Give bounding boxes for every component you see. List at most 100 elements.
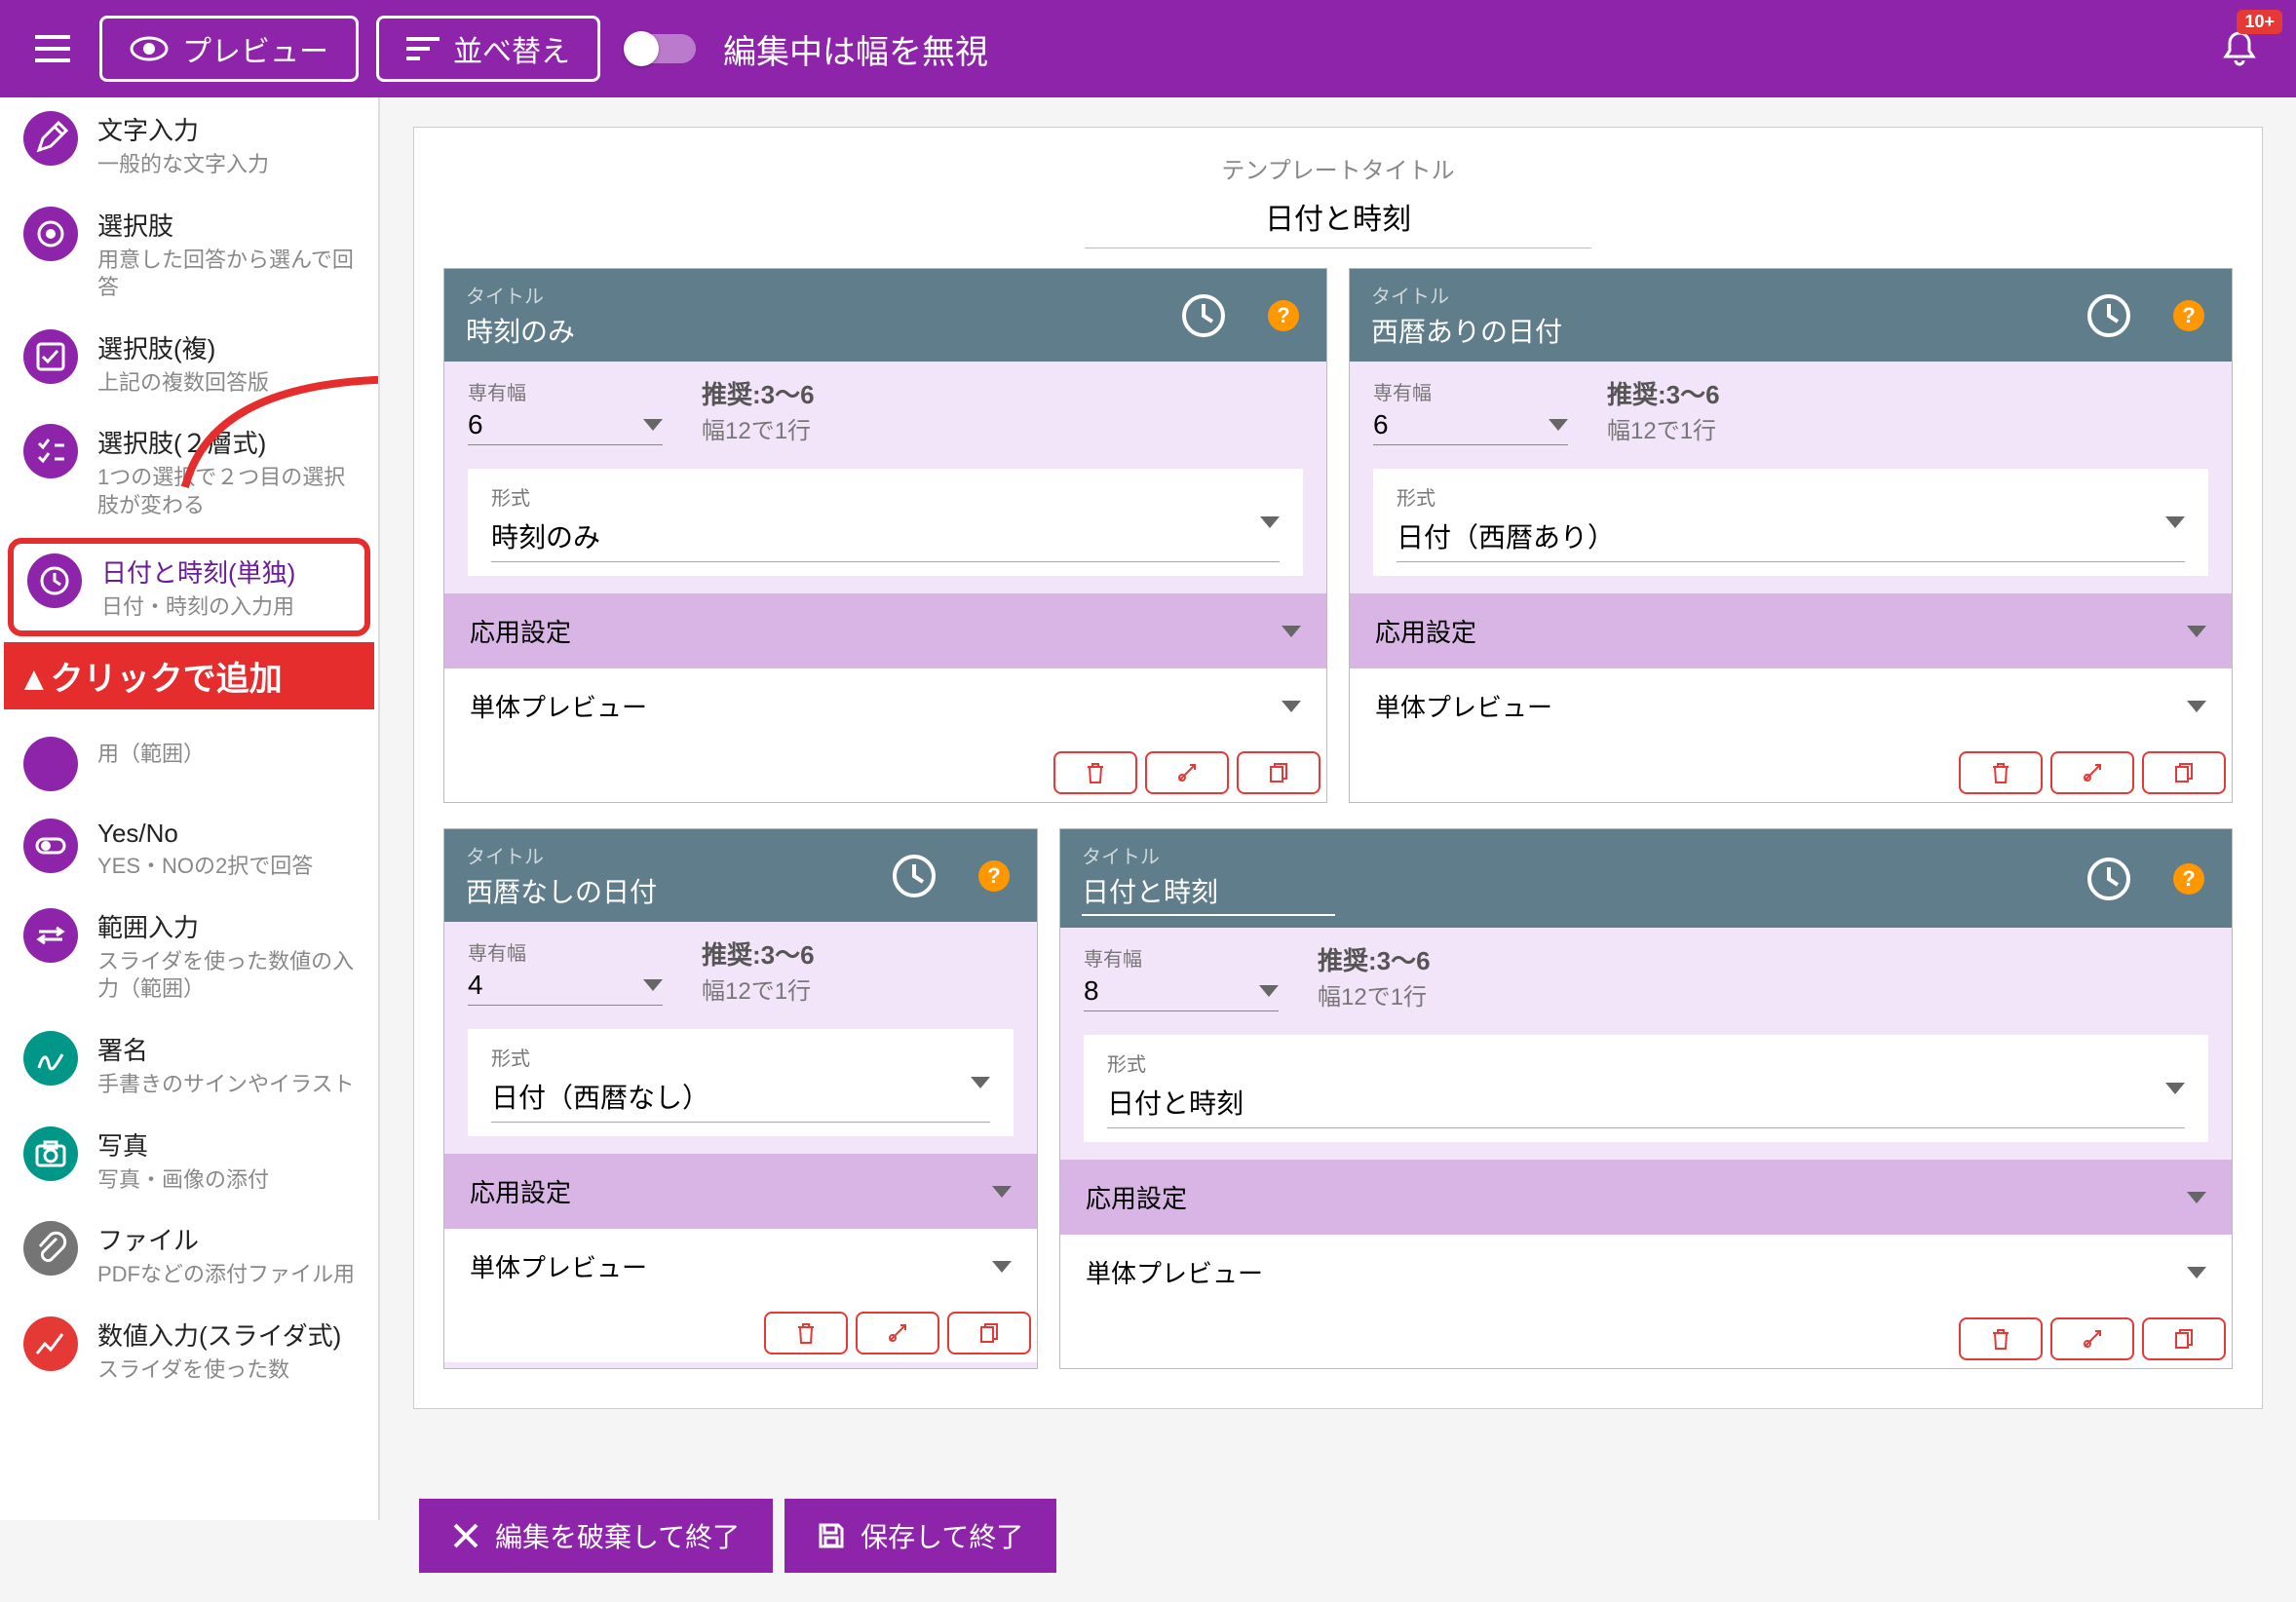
menu-button[interactable] [23, 19, 82, 78]
sidebar-item-desc: 用（範囲） [97, 741, 205, 769]
help-icon[interactable]: ? [2173, 300, 2204, 331]
format-select[interactable]: 時刻のみ [491, 511, 1280, 562]
sidebar-item-3[interactable]: 選択肢(２層式)1つの選択で２つ目の選択肢が変わる [0, 410, 378, 533]
copy-button[interactable] [2142, 1317, 2226, 1360]
sidebar-item-title: 日付と時刻(単独) [101, 553, 295, 590]
sort-label: 並べ替え [453, 27, 570, 70]
eye-icon [130, 36, 169, 61]
sidebar-item-5[interactable]: 用（範囲） [0, 723, 378, 805]
preview-accordion[interactable]: 単体プレビュー [1350, 668, 2232, 744]
delete-button[interactable] [1959, 751, 2043, 794]
sidebar-item-9[interactable]: 写真写真・画像の添付 [0, 1113, 378, 1208]
sidebar-item-desc: 日付・時刻の入力用 [101, 593, 295, 622]
camera-icon [23, 1126, 78, 1181]
width-sub: 幅12で1行 [1318, 977, 1431, 1011]
format-label: 形式 [491, 1043, 990, 1071]
copy-button[interactable] [947, 1312, 1031, 1354]
width-recommend: 推奨:3〜6 [1318, 941, 1431, 977]
help-icon[interactable]: ? [1268, 300, 1299, 331]
sidebar-item-desc: スライダを使った数 [97, 1356, 341, 1385]
field-card-3[interactable]: タイトル 日付と時刻 ? 専有幅 8 推奨:3〜6幅12で1行 形式 日付と時刻… [1059, 828, 2233, 1369]
bell-icon [2222, 29, 2257, 68]
preview-accordion[interactable]: 単体プレビュー [1060, 1235, 2232, 1310]
sort-button[interactable]: 並べ替え [376, 16, 600, 82]
format-label: 形式 [1107, 1049, 2185, 1077]
copy-button[interactable] [1237, 751, 1320, 794]
format-label: 形式 [1397, 482, 2185, 511]
width-sub: 幅12で1行 [702, 411, 815, 445]
template-title-label: テンプレートタイトル [443, 151, 2233, 185]
field-card-1[interactable]: タイトル 西暦ありの日付 ? 専有幅 6 推奨:3〜6幅12で1行 形式 日付（… [1349, 268, 2233, 803]
sidebar: 文字入力一般的な文字入力 選択肢用意した回答から選んで回答 選択肢(複)上記の複… [0, 97, 380, 1520]
discard-button[interactable]: 編集を破棄して終了 [419, 1499, 773, 1573]
notifications-button[interactable]: 10+ [2210, 19, 2269, 78]
sidebar-item-10[interactable]: ファイルPDFなどの添付ファイル用 [0, 1207, 378, 1303]
sidebar-item-6[interactable]: Yes/NoYES・NOの2択で回答 [0, 805, 378, 895]
width-sub: 幅12で1行 [1607, 411, 1720, 445]
card-title-value[interactable]: 西暦なしの日付 [466, 871, 657, 910]
sidebar-item-desc: 写真・画像の添付 [97, 1166, 269, 1195]
settings-button[interactable] [2050, 751, 2134, 794]
width-select[interactable]: 4 [468, 966, 663, 1006]
preview-label: プレビュー [182, 27, 328, 70]
sidebar-item-7[interactable]: 範囲入力スライダを使った数値の入力（範囲） [0, 895, 378, 1017]
card-title-value[interactable]: 西暦ありの日付 [1371, 311, 1562, 350]
settings-button[interactable] [1145, 751, 1229, 794]
sidebar-item-desc: 用意した回答から選んで回答 [97, 247, 364, 302]
format-select[interactable]: 日付（西暦なし） [491, 1071, 990, 1123]
main-canvas: テンプレートタイトル 日付と時刻 タイトル 時刻のみ ? 専有幅 6 推奨:3〜… [380, 97, 2296, 1520]
chart-icon [23, 1316, 78, 1371]
help-icon[interactable]: ? [978, 860, 1010, 892]
format-select[interactable]: 日付（西暦あり） [1397, 511, 2185, 562]
settings-button[interactable] [2050, 1317, 2134, 1360]
advanced-accordion[interactable]: 応用設定 [1350, 593, 2232, 668]
sidebar-item-2[interactable]: 選択肢(複)上記の複数回答版 [0, 316, 378, 411]
width-label: 専有幅 [468, 937, 663, 966]
card-title-label: タイトル [466, 281, 575, 309]
field-card-0[interactable]: タイトル 時刻のみ ? 専有幅 6 推奨:3〜6幅12で1行 形式 時刻のみ 応… [443, 268, 1327, 803]
delete-button[interactable] [764, 1312, 848, 1354]
width-label: 専有幅 [1084, 943, 1279, 972]
template-title[interactable]: 日付と時刻 [1085, 195, 1591, 248]
card-title-value[interactable]: 日付と時刻 [1082, 871, 1335, 916]
preview-button[interactable]: プレビュー [99, 16, 359, 82]
click-to-add-banner: ▲クリックで追加 [4, 642, 374, 709]
field-card-2[interactable]: タイトル 西暦なしの日付 ? 専有幅 4 推奨:3〜6幅12で1行 形式 日付（… [443, 828, 1038, 1369]
card-title-value[interactable]: 時刻のみ [466, 311, 575, 350]
sign-icon [23, 1031, 78, 1086]
width-select[interactable]: 6 [1373, 405, 1568, 445]
save-label: 保存して終了 [861, 1516, 1023, 1555]
delete-button[interactable] [1053, 751, 1137, 794]
ignore-width-toggle[interactable] [628, 34, 696, 63]
preview-accordion[interactable]: 単体プレビュー [444, 1229, 1037, 1304]
advanced-accordion[interactable]: 応用設定 [444, 593, 1326, 668]
check-icon [23, 329, 78, 384]
clock-icon [889, 851, 939, 901]
save-icon [818, 1522, 845, 1549]
save-button[interactable]: 保存して終了 [784, 1499, 1056, 1573]
advanced-accordion[interactable]: 応用設定 [444, 1154, 1037, 1229]
sidebar-item-desc: PDFなどの添付ファイル用 [97, 1261, 355, 1289]
format-select[interactable]: 日付と時刻 [1107, 1077, 2185, 1128]
sidebar-item-0[interactable]: 文字入力一般的な文字入力 [0, 97, 378, 193]
sidebar-item-1[interactable]: 選択肢用意した回答から選んで回答 [0, 193, 378, 316]
sidebar-item-title: 文字入力 [97, 111, 269, 147]
notifications-badge: 10+ [2237, 10, 2282, 34]
toggle-label: 編集中は幅を無視 [723, 25, 988, 73]
sidebar-item-8[interactable]: 署名手書きのサインやイラスト [0, 1017, 378, 1113]
advanced-accordion[interactable]: 応用設定 [1060, 1160, 2232, 1235]
radio-icon [23, 207, 78, 261]
delete-button[interactable] [1959, 1317, 2043, 1360]
card-title-label: タイトル [1082, 841, 1335, 869]
sidebar-item-desc: 一般的な文字入力 [97, 151, 269, 179]
help-icon[interactable]: ? [2173, 863, 2204, 895]
preview-accordion[interactable]: 単体プレビュー [444, 668, 1326, 744]
copy-button[interactable] [2142, 751, 2226, 794]
sidebar-item-11[interactable]: 数値入力(スライダ式)スライダを使った数 [0, 1303, 378, 1398]
width-select[interactable]: 8 [1084, 972, 1279, 1011]
settings-button[interactable] [856, 1312, 939, 1354]
sidebar-item-4[interactable]: 日付と時刻(単独) 日付・時刻の入力用 [8, 538, 370, 637]
sidebar-item-title: Yes/No [97, 819, 313, 849]
width-select[interactable]: 6 [468, 405, 663, 445]
width-recommend: 推奨:3〜6 [1607, 375, 1720, 411]
